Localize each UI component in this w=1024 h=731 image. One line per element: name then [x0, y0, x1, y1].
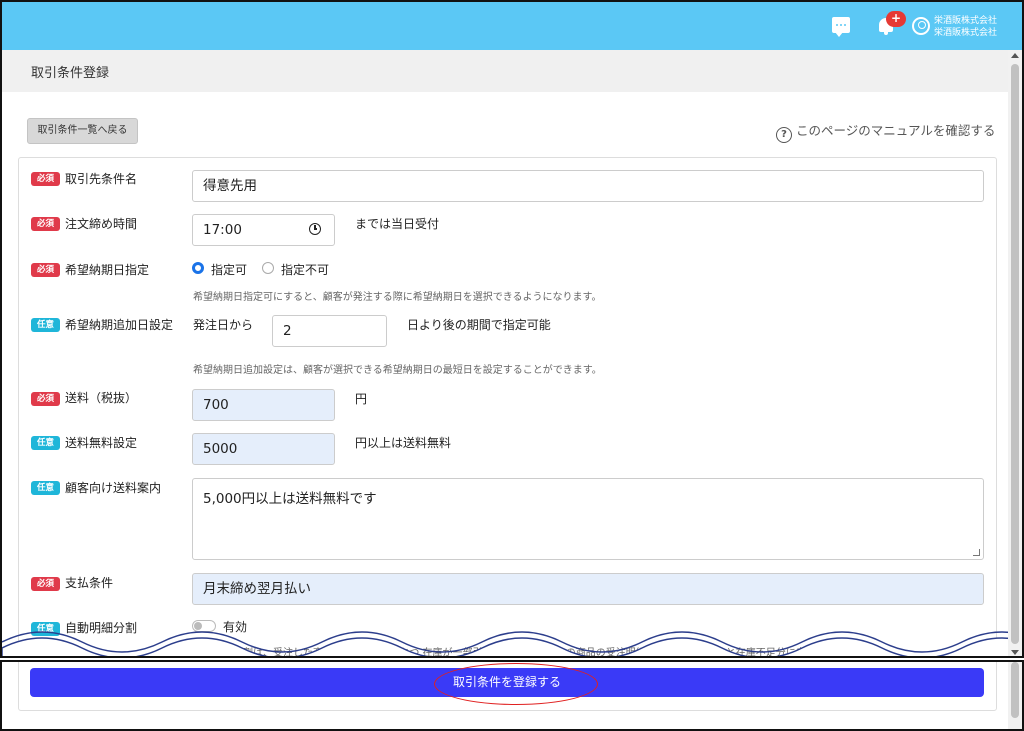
highlight-ellipse — [434, 663, 598, 705]
delivery-add-days-note: 希望納期日追加設定は、顧客が選択できる希望納期日の最短日を設定することができます… — [193, 365, 602, 376]
required-tag: 必須 — [31, 172, 60, 186]
delivery-add-days-label: 希望納期追加日設定 — [65, 318, 174, 332]
scroll-up-arrow-icon[interactable] — [1011, 53, 1019, 58]
user-name[interactable]: 栄酒販株式会社 栄酒販株式会社 — [934, 15, 997, 39]
manual-link[interactable]: ? このページのマニュアルを確認する — [776, 120, 995, 143]
back-to-list-button[interactable]: 取引条件一覧へ戻る — [27, 118, 138, 144]
page-break-waves — [2, 631, 1022, 656]
main-view: + 栄酒販株式会社 栄酒販株式会社 取引条件登録 取引条件一覧へ戻る ? このペー… — [0, 0, 1024, 658]
payment-terms-input[interactable]: 月末締め翌月払い — [192, 573, 984, 605]
resize-handle[interactable] — [973, 549, 980, 556]
vertical-scrollbar[interactable] — [1008, 662, 1022, 729]
manual-link-text: このページのマニュアルを確認する — [796, 123, 996, 138]
scroll-down-arrow-icon[interactable] — [1011, 650, 1019, 655]
optional-tag: 任意 — [31, 318, 60, 332]
shipping-fee-suffix: 円 — [355, 392, 368, 406]
required-tag: 必須 — [31, 263, 60, 277]
shipping-fee-input[interactable]: 700 — [192, 389, 335, 421]
free-shipping-input[interactable]: 5000 — [192, 433, 335, 465]
optional-tag: 任意 — [31, 481, 60, 495]
payment-terms-label: 支払条件 — [65, 576, 114, 590]
page-header: 取引条件登録 — [2, 50, 1022, 92]
help-icon: ? — [776, 127, 792, 143]
required-tag: 必須 — [31, 217, 60, 231]
delivery-date-radio-no[interactable] — [262, 262, 274, 274]
free-shipping-suffix: 円以上は送料無料 — [355, 436, 452, 450]
delivery-date-note: 希望納期日指定可にすると、顧客が発注する際に希望納期日を選択できるようになります… — [193, 292, 602, 303]
delivery-add-days-prefix: 発注日から — [193, 318, 254, 332]
partner-name-input[interactable]: 得意先用 — [192, 170, 984, 202]
footer-view: 取引条件を登録する — [0, 660, 1024, 731]
free-shipping-label: 送料無料設定 — [65, 436, 138, 450]
user-name-line1: 栄酒販株式会社 — [934, 16, 998, 26]
delivery-add-days-input[interactable]: 2 — [272, 315, 387, 347]
shipping-fee-label: 送料（税抜） — [65, 391, 138, 405]
cutoff-time-suffix: までは当日受付 — [355, 217, 440, 231]
notification-badge: + — [886, 11, 906, 27]
delivery-add-days-suffix: 日より後の期間で指定可能 — [407, 318, 551, 332]
required-tag: 必須 — [31, 577, 60, 591]
delivery-date-label: 希望納期日指定 — [65, 263, 150, 277]
delivery-date-option-yes[interactable]: 指定可 — [211, 261, 247, 278]
clock-icon[interactable] — [309, 223, 321, 235]
cutoff-time-label: 注文締め時間 — [65, 217, 138, 231]
shipping-guide-textarea[interactable]: 5,000円以上は送料無料です — [192, 478, 984, 560]
delivery-date-option-no[interactable]: 指定不可 — [281, 261, 329, 278]
top-bar: + 栄酒販株式会社 栄酒販株式会社 — [2, 2, 1022, 50]
shipping-guide-text: 5,000円以上は送料無料です — [203, 491, 377, 507]
user-icon[interactable] — [912, 17, 930, 35]
shipping-guide-label: 顧客向け送料案内 — [65, 481, 162, 495]
optional-tag: 任意 — [31, 436, 60, 450]
partner-name-label: 取引先条件名 — [65, 172, 138, 186]
delivery-date-radio-yes[interactable] — [192, 262, 204, 274]
scrollbar-thumb[interactable] — [1011, 64, 1019, 644]
scrollbar-thumb[interactable] — [1011, 662, 1019, 718]
vertical-scrollbar[interactable] — [1008, 50, 1022, 656]
required-tag: 必須 — [31, 392, 60, 406]
user-name-line2: 栄酒販株式会社 — [934, 28, 998, 38]
chat-icon[interactable] — [832, 17, 850, 37]
page-title: 取引条件登録 — [31, 66, 110, 81]
